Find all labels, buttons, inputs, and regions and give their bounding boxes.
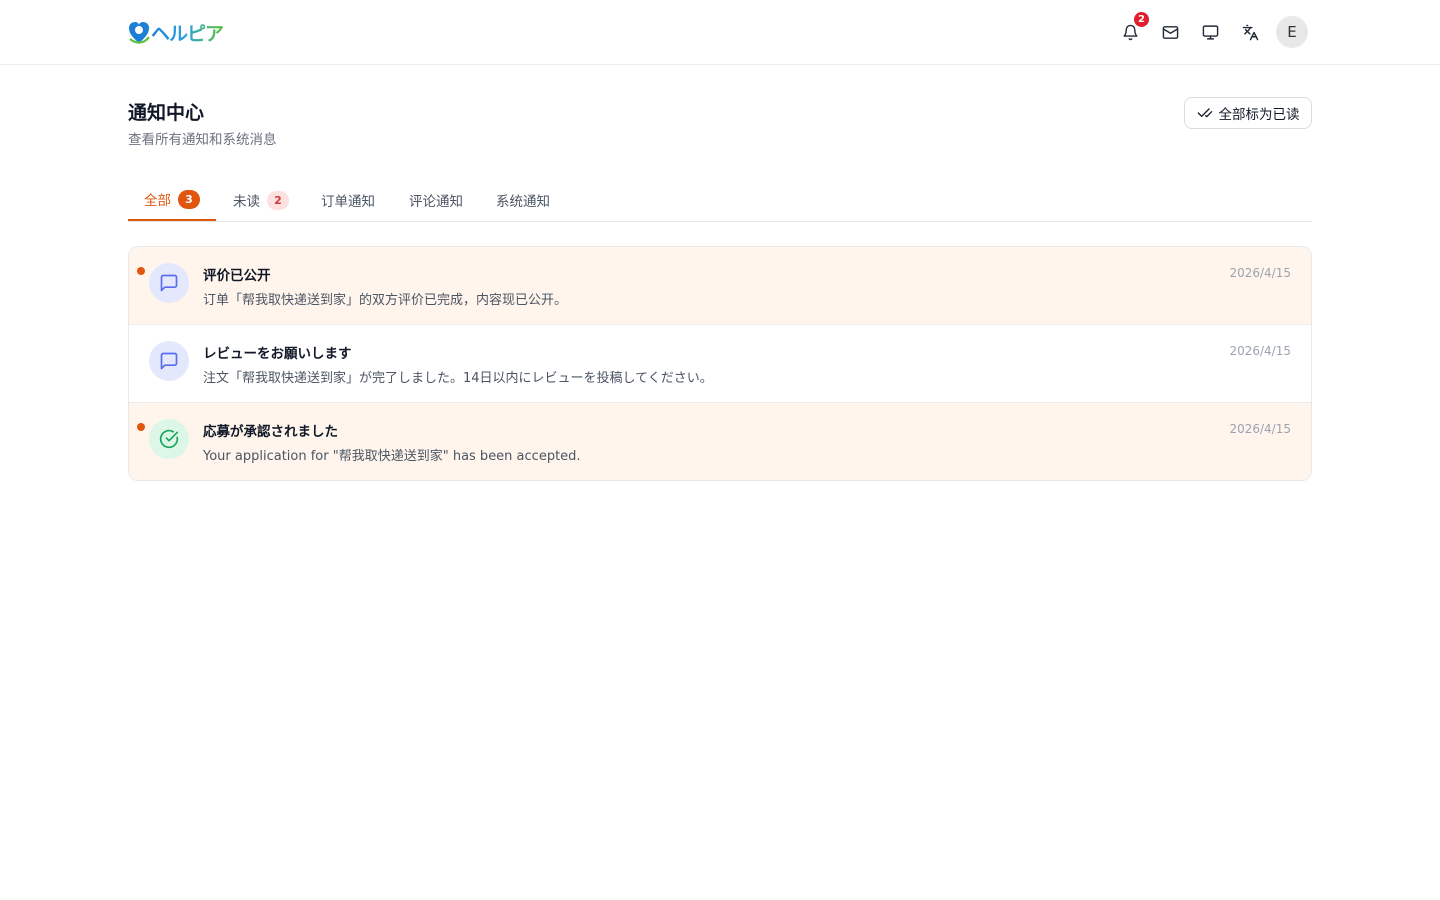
logo-text: ヘルピア — [151, 19, 224, 46]
notification-title: 応募が承認されました — [203, 424, 338, 440]
display-mode-button[interactable] — [1194, 16, 1226, 48]
notification-body: 订单「帮我取快递送到家」的双方评价已完成，内容现已公开。 — [203, 293, 568, 308]
tab-order-notifications[interactable]: 订单通知 — [321, 179, 375, 221]
logo-mark-icon — [128, 19, 150, 45]
notification-date: 2026/4/15 — [1229, 422, 1291, 436]
user-avatar[interactable]: E — [1276, 16, 1308, 48]
unread-dot — [137, 267, 145, 275]
language-button[interactable] — [1234, 16, 1266, 48]
mark-all-read-label: 全部标为已读 — [1218, 107, 1300, 123]
page-subtitle: 查看所有通知和系统消息 — [128, 132, 277, 148]
mark-all-read-button[interactable]: 全部标为已读 — [1184, 97, 1312, 129]
unread-dot — [137, 423, 145, 431]
messages-button[interactable] — [1154, 16, 1186, 48]
message-icon — [149, 341, 189, 381]
tab-count-badge: 3 — [178, 189, 200, 209]
translate-icon — [1242, 24, 1258, 40]
notification-body: 注文「帮我取快递送到家」が完了しました。14日以内にレビューを投稿してください。 — [203, 371, 713, 386]
tab-review-notifications[interactable]: 评论通知 — [409, 179, 463, 221]
notification-title: レビューをお願いします — [203, 346, 352, 362]
tab-label: 订单通知 — [321, 194, 375, 210]
double-check-icon — [1197, 108, 1212, 118]
notification-date: 2026/4/15 — [1229, 266, 1291, 280]
notification-list: 评价已公开 订单「帮我取快递送到家」的双方评价已完成，内容现已公开。 2026/… — [128, 246, 1312, 481]
logo[interactable]: ヘルピア — [128, 16, 224, 48]
tab-label: 全部 — [144, 193, 171, 209]
tab-label: 系统通知 — [496, 194, 550, 210]
monitor-icon — [1202, 24, 1218, 40]
notification-tabs: 全部 3 未读 2 订单通知 评论通知 系统通知 — [128, 179, 1312, 222]
mail-icon — [1162, 25, 1178, 39]
notification-date: 2026/4/15 — [1229, 344, 1291, 358]
notification-item[interactable]: 応募が承認されました Your application for "帮我取快递送到… — [129, 403, 1311, 480]
tab-unread[interactable]: 未读 2 — [233, 179, 289, 221]
check-circle-icon — [149, 419, 189, 459]
top-navigation-bar: ヘルピア 2 E — [0, 0, 1440, 65]
notification-body: Your application for "帮我取快递送到家" has been… — [203, 449, 581, 464]
tab-count-badge: 2 — [267, 190, 289, 210]
page-title: 通知中心 — [128, 102, 205, 124]
notification-item[interactable]: 评价已公开 订单「帮我取快递送到家」的双方评价已完成，内容现已公开。 2026/… — [129, 247, 1311, 325]
tab-all[interactable]: 全部 3 — [128, 179, 216, 221]
notification-item[interactable]: レビューをお願いします 注文「帮我取快递送到家」が完了しました。14日以内にレビ… — [129, 325, 1311, 403]
tab-label: 未读 — [233, 194, 260, 210]
notification-title: 评价已公开 — [203, 268, 271, 284]
notification-count-badge: 2 — [1133, 11, 1150, 28]
message-icon — [149, 263, 189, 303]
tab-system-notifications[interactable]: 系统通知 — [496, 179, 550, 221]
tab-label: 评论通知 — [409, 194, 463, 210]
